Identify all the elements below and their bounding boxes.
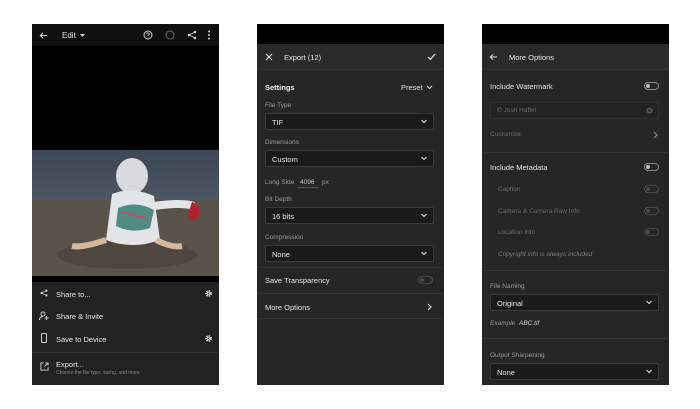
phone-icon — [41, 333, 47, 343]
output-sharpening-select[interactable]: None — [490, 363, 659, 380]
compression-label: Compression — [265, 234, 304, 241]
camera-raw-info-label: Camera & Camera Raw Info — [498, 208, 580, 215]
clear-icon[interactable] — [646, 107, 653, 114]
divider — [482, 152, 669, 153]
chevron-down-icon — [421, 251, 427, 256]
include-metadata-toggle[interactable] — [644, 163, 659, 171]
customize-label: Customize — [490, 131, 521, 138]
export-title: Export... — [56, 360, 84, 369]
chevron-right-icon — [427, 303, 432, 311]
settings-heading: Settings — [265, 83, 295, 92]
share-invite-row[interactable]: Share & Invite — [32, 304, 219, 326]
edit-screen: Edit Share to... Share & Invite Save to … — [32, 24, 219, 385]
chevron-down-icon — [421, 213, 427, 218]
share-invite-label: Share & Invite — [56, 312, 104, 321]
more-options-title: More Options — [509, 53, 555, 62]
confirm-check-icon[interactable] — [427, 53, 436, 61]
caret-down-icon[interactable] — [80, 34, 85, 37]
long-side-input[interactable]: 4096 — [297, 176, 319, 188]
bit-depth-select[interactable]: 16 bits — [265, 207, 434, 224]
dimensions-label: Dimensions — [265, 139, 299, 146]
more-options-screen: More Options Include Watermark © Josh Ha… — [482, 24, 669, 385]
top-bar: Edit — [32, 24, 219, 46]
divider — [482, 270, 669, 271]
save-transparency-toggle[interactable] — [418, 276, 433, 284]
export-dialog-title: Export (12) — [284, 53, 322, 62]
location-info-toggle[interactable] — [644, 228, 659, 236]
status-bar — [257, 24, 444, 44]
location-info-label: Location Info — [498, 229, 536, 236]
dimensions-value: Custom — [272, 155, 298, 164]
watermark-text-field[interactable]: © Josh Haftel — [490, 102, 659, 119]
divider — [257, 267, 444, 268]
export-subtitle: Choose the file type, sizing, and more — [56, 370, 140, 376]
customize-row[interactable]: Customize — [482, 124, 669, 144]
chevron-down-icon — [421, 119, 427, 124]
preset-label: Preset — [401, 83, 423, 92]
share-sheet: Share to... Share & Invite Save to Devic… — [32, 282, 219, 385]
back-arrow-icon[interactable] — [489, 53, 498, 61]
export-icon — [40, 362, 49, 371]
bit-depth-value: 16 bits — [272, 212, 295, 221]
file-type-value: TIF — [272, 118, 284, 127]
camera-raw-info-toggle[interactable] — [644, 207, 659, 215]
output-sharpening-value: None — [497, 368, 515, 377]
chevron-down-icon — [426, 85, 433, 90]
file-type-select[interactable]: TIF — [265, 113, 434, 130]
chevron-down-icon — [421, 156, 427, 161]
dimensions-select[interactable]: Custom — [265, 150, 434, 167]
export-title-bar: Export (12) — [257, 44, 444, 70]
compression-select[interactable]: None — [265, 245, 434, 262]
save-transparency-label: Save Transparency — [265, 276, 330, 285]
include-watermark-label: Include Watermark — [490, 82, 553, 91]
watermark-text-value: © Josh Haftel — [497, 107, 537, 114]
more-options-row[interactable]: More Options — [257, 294, 444, 318]
divider — [482, 338, 669, 339]
file-type-label: File Type — [265, 102, 292, 109]
share-to-label: Share to... — [56, 290, 91, 299]
share-icon[interactable] — [187, 30, 197, 40]
save-to-device-row[interactable]: Save to Device — [32, 326, 219, 350]
save-to-device-label: Save to Device — [56, 335, 107, 344]
divider — [257, 318, 444, 319]
gear-icon[interactable] — [204, 334, 213, 343]
file-naming-label: File Naming — [490, 283, 525, 290]
preset-dropdown[interactable]: Preset — [397, 81, 437, 93]
close-icon[interactable] — [265, 53, 273, 61]
chevron-right-icon — [653, 131, 658, 139]
include-watermark-toggle[interactable] — [644, 82, 659, 90]
compression-value: None — [272, 250, 290, 259]
caption-label: Caption — [498, 186, 521, 193]
chevron-down-icon — [646, 369, 652, 374]
more-vertical-icon[interactable] — [207, 30, 211, 40]
output-sharpening-label: Output Sharpening — [490, 352, 545, 359]
long-side-unit: px — [322, 179, 329, 186]
invite-user-icon — [39, 311, 49, 320]
help-icon[interactable] — [143, 30, 153, 40]
chevron-down-icon — [646, 300, 652, 305]
gear-icon[interactable] — [204, 289, 213, 298]
file-naming-value: Original — [497, 299, 523, 308]
caption-toggle[interactable] — [644, 185, 659, 193]
photo-viewer — [32, 46, 219, 282]
edit-menu-label[interactable]: Edit — [62, 31, 76, 40]
long-side-label: Long Side — [265, 179, 295, 186]
sync-status-icon[interactable] — [165, 30, 175, 40]
status-bar — [482, 24, 669, 44]
copyright-note: Copyright info is always included — [498, 251, 593, 258]
example-value: ABC.tif — [519, 320, 540, 327]
share-to-row[interactable]: Share to... — [32, 282, 219, 304]
long-side-value: 4096 — [300, 179, 315, 186]
back-arrow-icon[interactable] — [39, 31, 48, 40]
include-metadata-label: Include Metadata — [490, 163, 548, 172]
export-row[interactable]: Export... Choose the file type, sizing, … — [32, 353, 219, 385]
share-icon — [40, 289, 48, 297]
export-screen: Export (12) Settings Preset File Type TI… — [257, 24, 444, 385]
more-options-label: More Options — [265, 303, 311, 312]
bit-depth-label: Bit Depth — [265, 196, 292, 203]
more-options-title-bar: More Options — [482, 44, 669, 70]
example-label: Example — [490, 320, 516, 327]
file-naming-select[interactable]: Original — [490, 294, 659, 311]
photo-thumbnail — [32, 150, 219, 276]
